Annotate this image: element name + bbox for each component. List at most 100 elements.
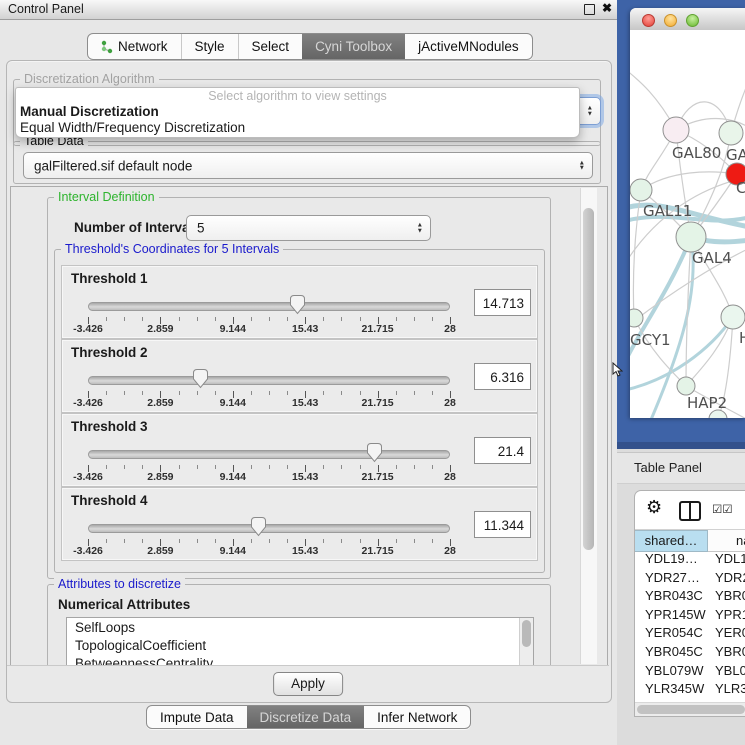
slider-track[interactable] — [88, 302, 450, 311]
table-cell[interactable]: YDL1 — [708, 551, 745, 570]
tab-style[interactable]: Style — [181, 34, 238, 59]
network-node[interactable] — [677, 377, 695, 395]
threshold-4-slider[interactable] — [88, 518, 450, 538]
gear-icon[interactable]: ⚙ — [646, 497, 662, 518]
table-cell[interactable]: YBR045C — [635, 644, 708, 663]
network-node[interactable] — [630, 309, 643, 327]
table-cell[interactable]: YPR145W — [635, 607, 708, 626]
table-cell[interactable]: YDR2 — [708, 570, 745, 589]
slider-track[interactable] — [88, 524, 450, 533]
algorithm-option-equal-width[interactable]: Equal Width/Frequency Discretization — [16, 120, 579, 136]
attribute-list-item[interactable]: TopologicalCoefficient — [67, 636, 533, 654]
tab-infer-network[interactable]: Infer Network — [364, 706, 470, 728]
table-row[interactable]: YER054CYER0 — [635, 625, 745, 644]
tab-discretize-data[interactable]: Discretize Data — [247, 706, 365, 728]
table-cell[interactable]: YBR043C — [635, 588, 708, 607]
attribute-list-item[interactable]: SelfLoops — [67, 618, 533, 636]
numerical-attributes-list[interactable]: SelfLoopsTopologicalCoefficientBetweenne… — [66, 617, 534, 667]
slider-thumb[interactable] — [250, 516, 267, 537]
network-node[interactable] — [676, 222, 706, 252]
tick-mark — [251, 391, 252, 395]
table-row[interactable]: YBL079WYBL0 — [635, 663, 745, 682]
horizontal-scrollbar[interactable] — [635, 702, 745, 716]
table-row[interactable]: YPR145WYPR1 — [635, 607, 745, 626]
algorithm-prompt: Select algorithm to view settings — [16, 88, 579, 104]
slider-thumb[interactable] — [289, 294, 306, 315]
table-data-group: Table Data galFiltered.sif default node … — [13, 141, 601, 184]
zoom-traffic-light[interactable] — [686, 14, 699, 27]
tick-mark — [197, 539, 198, 543]
tick-mark — [414, 465, 415, 469]
column-layout-icon[interactable] — [679, 501, 701, 521]
close-traffic-light[interactable] — [642, 14, 655, 27]
tab-impute-data[interactable]: Impute Data — [147, 706, 247, 728]
threshold-4-value-field[interactable]: 11.344 — [474, 511, 531, 538]
network-canvas[interactable]: GAL80GACGAL11GAL4GCY1HHAP2 — [630, 30, 745, 418]
tick-label: 28 — [444, 323, 456, 335]
tick-label: 2.859 — [147, 323, 173, 335]
tab-select[interactable]: Select — [238, 34, 303, 59]
algorithm-option-manual[interactable]: Manual Discretization — [16, 104, 579, 120]
threshold-2-value-field[interactable]: 6.316 — [474, 363, 531, 390]
threshold-1-value-field[interactable]: 14.713 — [474, 289, 531, 316]
list-scrollbar[interactable] — [519, 618, 533, 667]
tab-jactivemnodules[interactable]: jActiveMNodules — [405, 34, 532, 59]
select-columns-icon[interactable]: ☑☑ — [712, 502, 733, 516]
threshold-2-slider[interactable] — [88, 370, 450, 390]
tick-mark — [197, 391, 198, 395]
close-icon[interactable]: ✖ — [602, 1, 612, 15]
slider-track[interactable] — [88, 376, 450, 385]
threshold-3-slider[interactable] — [88, 444, 450, 464]
number-of-intervals-combobox[interactable]: 5 ▲▼ — [186, 215, 431, 241]
network-node[interactable] — [721, 305, 745, 329]
column-header-name[interactable]: na — [708, 530, 745, 552]
tick-mark — [323, 391, 324, 395]
table-cell[interactable]: YER054C — [635, 625, 708, 644]
table-data-combobox[interactable]: galFiltered.sif default node ▲▼ — [23, 152, 593, 179]
table-cell[interactable]: YBL0 — [708, 663, 745, 682]
network-graph[interactable]: GAL80GACGAL11GAL4GCY1HHAP2 — [630, 30, 745, 418]
network-node[interactable] — [630, 179, 652, 201]
network-node[interactable] — [719, 121, 743, 145]
table-cell[interactable]: YBR0 — [708, 644, 745, 663]
threshold-coordinates-group: Threshold's Coordinates for 5 Intervals … — [54, 249, 545, 573]
threshold-1-slider[interactable] — [88, 296, 450, 316]
threshold-3-value-field[interactable]: 21.4 — [474, 437, 531, 464]
table-row[interactable]: YLR345WYLR3 — [635, 681, 745, 700]
tab-network[interactable]: Network — [88, 34, 181, 59]
slider-track[interactable] — [88, 450, 450, 459]
network-node[interactable] — [663, 117, 689, 143]
slider-thumb[interactable] — [192, 368, 209, 389]
tick-label: 9.144 — [220, 545, 246, 557]
table-row[interactable]: YDL19…YDL1 — [635, 551, 745, 570]
table-row[interactable]: YDR27…YDR2 — [635, 570, 745, 589]
table-cell[interactable]: YER0 — [708, 625, 745, 644]
table-cell[interactable]: YBL079W — [635, 663, 708, 682]
scrollbar-thumb[interactable] — [637, 705, 745, 714]
tick-mark — [360, 539, 361, 543]
threshold-1-panel: Threshold 1 -3.4262.8599.14415.4321.7152… — [61, 265, 538, 339]
vertical-scrollbar[interactable] — [580, 188, 597, 664]
apply-button[interactable]: Apply — [273, 672, 343, 696]
table-cell[interactable]: YLR345W — [635, 681, 708, 700]
table-cell[interactable]: YBR0 — [708, 588, 745, 607]
tick-mark — [106, 391, 107, 395]
scrollbar-thumb[interactable] — [583, 208, 594, 550]
slider-thumb[interactable] — [366, 442, 383, 463]
table-cell[interactable]: YPR1 — [708, 607, 745, 626]
table-row[interactable]: YBR045CYBR0 — [635, 644, 745, 663]
table-cell[interactable]: YDR27… — [635, 570, 708, 589]
tick-mark — [287, 465, 288, 469]
table-cell[interactable]: YDL19… — [635, 551, 708, 570]
tick-mark — [251, 539, 252, 543]
tick-mark — [341, 317, 342, 321]
scrollbar-thumb[interactable] — [522, 620, 531, 647]
tab-cyni-toolbox[interactable]: Cyni Toolbox — [302, 34, 405, 59]
table-cell[interactable]: YLR3 — [708, 681, 745, 700]
network-window-titlebar[interactable] — [630, 8, 745, 31]
combo-arrows-icon: ▲▼ — [587, 105, 593, 116]
column-header-shared[interactable]: shared… — [635, 530, 708, 552]
minimize-traffic-light[interactable] — [664, 14, 677, 27]
table-row[interactable]: YBR043CYBR0 — [635, 588, 745, 607]
float-window-icon[interactable] — [584, 4, 595, 15]
